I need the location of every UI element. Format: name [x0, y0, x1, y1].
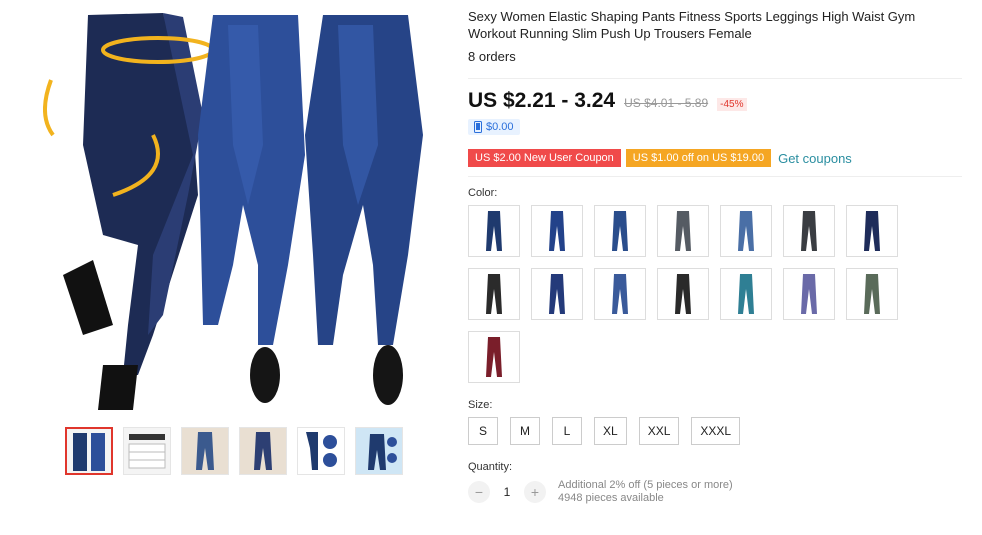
color-swatch-15[interactable] [468, 331, 520, 383]
price-row: US $2.21 - 3.24 US $4.01 - 5.89 -45% [468, 89, 962, 113]
divider [468, 176, 962, 177]
main-product-image[interactable] [43, 5, 433, 415]
product-gallery [0, 0, 440, 535]
color-swatch-6[interactable] [783, 205, 835, 257]
product-title: Sexy Women Elastic Shaping Pants Fitness… [468, 9, 916, 41]
store-coupon[interactable]: US $1.00 off on US $19.00 [625, 149, 772, 167]
size-label: Size: [468, 399, 493, 411]
thumbnail-5[interactable] [297, 427, 345, 475]
increase-quantity-button[interactable]: + [524, 481, 546, 503]
color-swatch-5[interactable] [720, 205, 772, 257]
color-swatch-14[interactable] [846, 268, 898, 320]
quantity-info: Additional 2% off (5 pieces or more) 494… [558, 479, 733, 505]
size-options: S M L XL XXL XXXL [468, 417, 962, 445]
thumbnail-1[interactable] [65, 427, 113, 475]
quantity-label: Quantity: [468, 461, 513, 473]
divider [468, 78, 962, 79]
orders-count: 8 orders [468, 49, 516, 64]
color-label: Color: [468, 187, 498, 199]
quantity-value[interactable]: 1 [502, 485, 512, 499]
color-swatch-3[interactable] [594, 205, 646, 257]
color-swatch-10[interactable] [594, 268, 646, 320]
color-swatch-7[interactable] [846, 205, 898, 257]
mobile-phone-icon [474, 121, 482, 133]
color-swatches [468, 205, 962, 383]
thumbnail-4[interactable] [239, 427, 287, 475]
size-option-s[interactable]: S [468, 417, 498, 445]
decrease-quantity-button[interactable]: − [468, 481, 490, 503]
color-swatch-4[interactable] [657, 205, 709, 257]
mobile-price-badge: $0.00 [468, 119, 520, 135]
discount-badge: -45% [717, 98, 747, 111]
current-price: US $2.21 - 3.24 [468, 89, 616, 112]
thumbnail-strip [65, 427, 403, 475]
color-swatch-12[interactable] [720, 268, 772, 320]
get-coupons-link[interactable]: Get coupons [778, 151, 852, 166]
coupon-row: US $2.00 New User Coupon US $1.00 off on… [468, 149, 962, 167]
bulk-discount-text: Additional 2% off (5 pieces or more) [558, 479, 733, 491]
size-option-xxl[interactable]: XXL [638, 417, 680, 445]
thumbnail-3[interactable] [181, 427, 229, 475]
color-swatch-1[interactable] [468, 205, 520, 257]
thumbnail-2-size-chart[interactable] [123, 427, 171, 475]
quantity-stepper: − 1 + Additional 2% off (5 pieces or mor… [468, 479, 962, 505]
color-swatch-11[interactable] [657, 268, 709, 320]
new-user-coupon[interactable]: US $2.00 New User Coupon [468, 149, 621, 167]
thumbnail-6[interactable] [355, 427, 403, 475]
product-info: Sexy Women Elastic Shaping Pants Fitness… [468, 8, 962, 505]
color-swatch-13[interactable] [783, 268, 835, 320]
color-swatch-8[interactable] [468, 268, 520, 320]
size-option-xxxl[interactable]: XXXL [691, 417, 741, 445]
stock-available-text: 4948 pieces available [558, 492, 664, 504]
size-option-m[interactable]: M [510, 417, 540, 445]
original-price: US $4.01 - 5.89 [624, 96, 709, 110]
color-swatch-9[interactable] [531, 268, 583, 320]
size-option-l[interactable]: L [552, 417, 582, 445]
color-swatch-2[interactable] [531, 205, 583, 257]
size-option-xl[interactable]: XL [594, 417, 627, 445]
mobile-price: $0.00 [486, 121, 514, 133]
